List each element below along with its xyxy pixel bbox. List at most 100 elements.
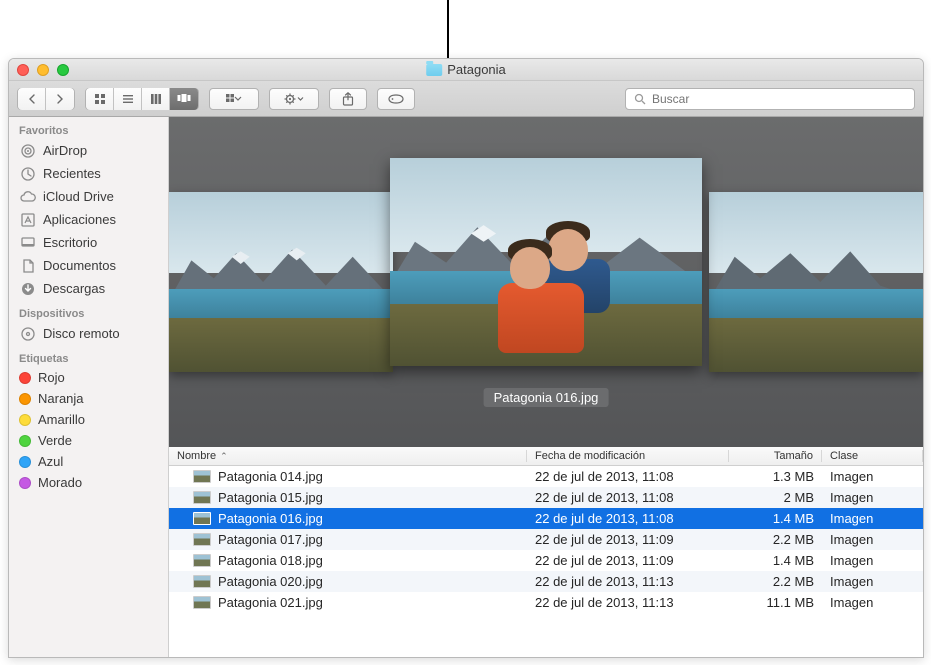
sidebar-item-label: AirDrop xyxy=(43,143,87,158)
minimize-button[interactable] xyxy=(37,64,49,76)
sidebar-item-label: Amarillo xyxy=(38,412,85,427)
sidebar-item-tag-purple[interactable]: Morado xyxy=(9,472,168,493)
column-header-name[interactable]: Nombre ⌃ xyxy=(169,450,527,462)
search-field[interactable] xyxy=(625,88,915,110)
sidebar-item-tag-red[interactable]: Rojo xyxy=(9,367,168,388)
cell-kind: Imagen xyxy=(822,532,923,547)
close-button[interactable] xyxy=(17,64,29,76)
cell-date: 22 de jul de 2013, 11:13 xyxy=(527,574,729,589)
file-name: Patagonia 016.jpg xyxy=(218,511,323,526)
coverflow[interactable]: Patagonia 016.jpg xyxy=(169,117,923,447)
coverflow-current-image[interactable] xyxy=(390,158,702,366)
toolbar xyxy=(9,81,923,117)
view-coverflow-button[interactable] xyxy=(170,88,198,110)
sidebar-item-downloads[interactable]: Descargas xyxy=(9,277,168,300)
tag-dot-icon xyxy=(19,477,31,489)
sidebar-item-documents[interactable]: Documentos xyxy=(9,254,168,277)
view-icon-button[interactable] xyxy=(86,88,114,110)
cell-size: 1.4 MB xyxy=(729,511,822,526)
table-body: Patagonia 014.jpg22 de jul de 2013, 11:0… xyxy=(169,466,923,657)
arrange-button[interactable] xyxy=(209,88,259,110)
column-header-date[interactable]: Fecha de modificación xyxy=(527,450,729,462)
table-row[interactable]: Patagonia 017.jpg 22 de jul de 2013, 11:0… xyxy=(169,529,923,550)
nav-buttons xyxy=(17,88,75,110)
cell-name: Patagonia 015.jpg xyxy=(169,490,527,505)
downloads-icon xyxy=(19,280,36,297)
cell-size: 2.2 MB xyxy=(729,574,822,589)
window-title-text: Patagonia xyxy=(447,62,506,77)
tag-dot-icon xyxy=(19,456,31,468)
sidebar-item-label: Verde xyxy=(38,433,72,448)
disc-icon xyxy=(19,325,36,342)
cell-date: 22 de jul de 2013, 11:08 xyxy=(527,469,729,484)
cell-name: Patagonia 014.jpg xyxy=(169,469,527,484)
cell-date: 22 de jul de 2013, 11:13 xyxy=(527,595,729,610)
sidebar-header-tags: Etiquetas xyxy=(9,349,168,367)
coverflow-next-image[interactable] xyxy=(709,192,923,372)
apps-icon xyxy=(19,211,36,228)
cell-date: 22 de jul de 2013, 11:08 xyxy=(527,490,729,505)
cell-size: 11.1 MB xyxy=(729,595,822,610)
finder-window: Patagonia xyxy=(8,58,924,658)
cell-name: Patagonia 021.jpg xyxy=(169,595,527,610)
coverflow-filename-label: Patagonia 016.jpg xyxy=(484,388,609,407)
column-header-size[interactable]: Tamaño xyxy=(729,450,822,462)
forward-button[interactable] xyxy=(46,88,74,110)
tags-button[interactable] xyxy=(377,88,415,110)
column-header-kind[interactable]: Clase xyxy=(822,450,923,462)
coverflow-prev-image[interactable] xyxy=(169,192,393,372)
sidebar-item-icloud[interactable]: iCloud Drive xyxy=(9,185,168,208)
file-name: Patagonia 017.jpg xyxy=(218,532,323,547)
action-button[interactable] xyxy=(269,88,319,110)
window-title: Patagonia xyxy=(426,62,506,77)
sidebar-item-label: iCloud Drive xyxy=(43,189,114,204)
sort-ascending-icon: ⌃ xyxy=(220,451,228,462)
folder-icon xyxy=(426,64,442,76)
sidebar-section-devices: Dispositivos Disco remoto xyxy=(9,300,168,345)
sidebar-item-desktop[interactable]: Escritorio xyxy=(9,231,168,254)
photo-subjects xyxy=(496,225,633,350)
sidebar-section-tags: Etiquetas RojoNaranja Amarillo Verde AzulMo… xyxy=(9,345,168,493)
share-button[interactable] xyxy=(329,88,367,110)
view-columns-button[interactable] xyxy=(142,88,170,110)
tag-dot-icon xyxy=(19,372,31,384)
table-row[interactable]: Patagonia 015.jpg 22 de jul de 2013, 11:0… xyxy=(169,487,923,508)
cell-name: Patagonia 018.jpg xyxy=(169,553,527,568)
table-row[interactable]: Patagonia 018.jpg22 de jul de 2013, 11:0… xyxy=(169,550,923,571)
file-name: Patagonia 015.jpg xyxy=(218,490,323,505)
airdrop-icon xyxy=(19,142,36,159)
cell-name: Patagonia 016.jpg xyxy=(169,511,527,526)
search-input[interactable] xyxy=(652,92,906,106)
sidebar-item-label: Descargas xyxy=(43,281,105,296)
sidebar-item-airdrop[interactable]: AirDrop xyxy=(9,139,168,162)
table-row[interactable]: Patagonia 016.jpg22 de jul de 2013, 11:0… xyxy=(169,508,923,529)
sidebar-item-remote-disc[interactable]: Disco remoto xyxy=(9,322,168,345)
sidebar-item-recents[interactable]: Recientes xyxy=(9,162,168,185)
file-name: Patagonia 018.jpg xyxy=(218,553,323,568)
sidebar-item-tag-green[interactable]: Verde xyxy=(9,430,168,451)
cell-size: 1.3 MB xyxy=(729,469,822,484)
cell-size: 2.2 MB xyxy=(729,532,822,547)
file-table: Nombre ⌃ Fecha de modificación Tamaño Cl… xyxy=(169,447,923,657)
cell-kind: Imagen xyxy=(822,469,923,484)
window-body: Favoritos AirDrop Recientes iCloud Drive… xyxy=(9,117,923,657)
sidebar-item-tag-yellow[interactable]: Amarillo xyxy=(9,409,168,430)
file-name: Patagonia 021.jpg xyxy=(218,595,323,610)
titlebar: Patagonia xyxy=(9,59,923,81)
table-row[interactable]: Patagonia 021.jpg 22 de jul de 2013, 11:1… xyxy=(169,592,923,613)
sidebar-item-tag-orange[interactable]: Naranja xyxy=(9,388,168,409)
sidebar-item-apps[interactable]: Aplicaciones xyxy=(9,208,168,231)
table-row[interactable]: Patagonia 014.jpg22 de jul de 2013, 11:0… xyxy=(169,466,923,487)
clock-icon xyxy=(19,165,36,182)
file-thumbnail-icon xyxy=(193,554,211,567)
table-row[interactable]: Patagonia 020.jpg22 de jul de 2013, 11:1… xyxy=(169,571,923,592)
back-button[interactable] xyxy=(18,88,46,110)
fullscreen-button[interactable] xyxy=(57,64,69,76)
view-list-button[interactable] xyxy=(114,88,142,110)
traffic-lights xyxy=(17,64,69,76)
sidebar-item-label: Escritorio xyxy=(43,235,97,250)
cell-date: 22 de jul de 2013, 11:09 xyxy=(527,532,729,547)
sidebar-item-tag-blue[interactable]: Azul xyxy=(9,451,168,472)
cell-size: 1.4 MB xyxy=(729,553,822,568)
sidebar-header-devices: Dispositivos xyxy=(9,304,168,322)
